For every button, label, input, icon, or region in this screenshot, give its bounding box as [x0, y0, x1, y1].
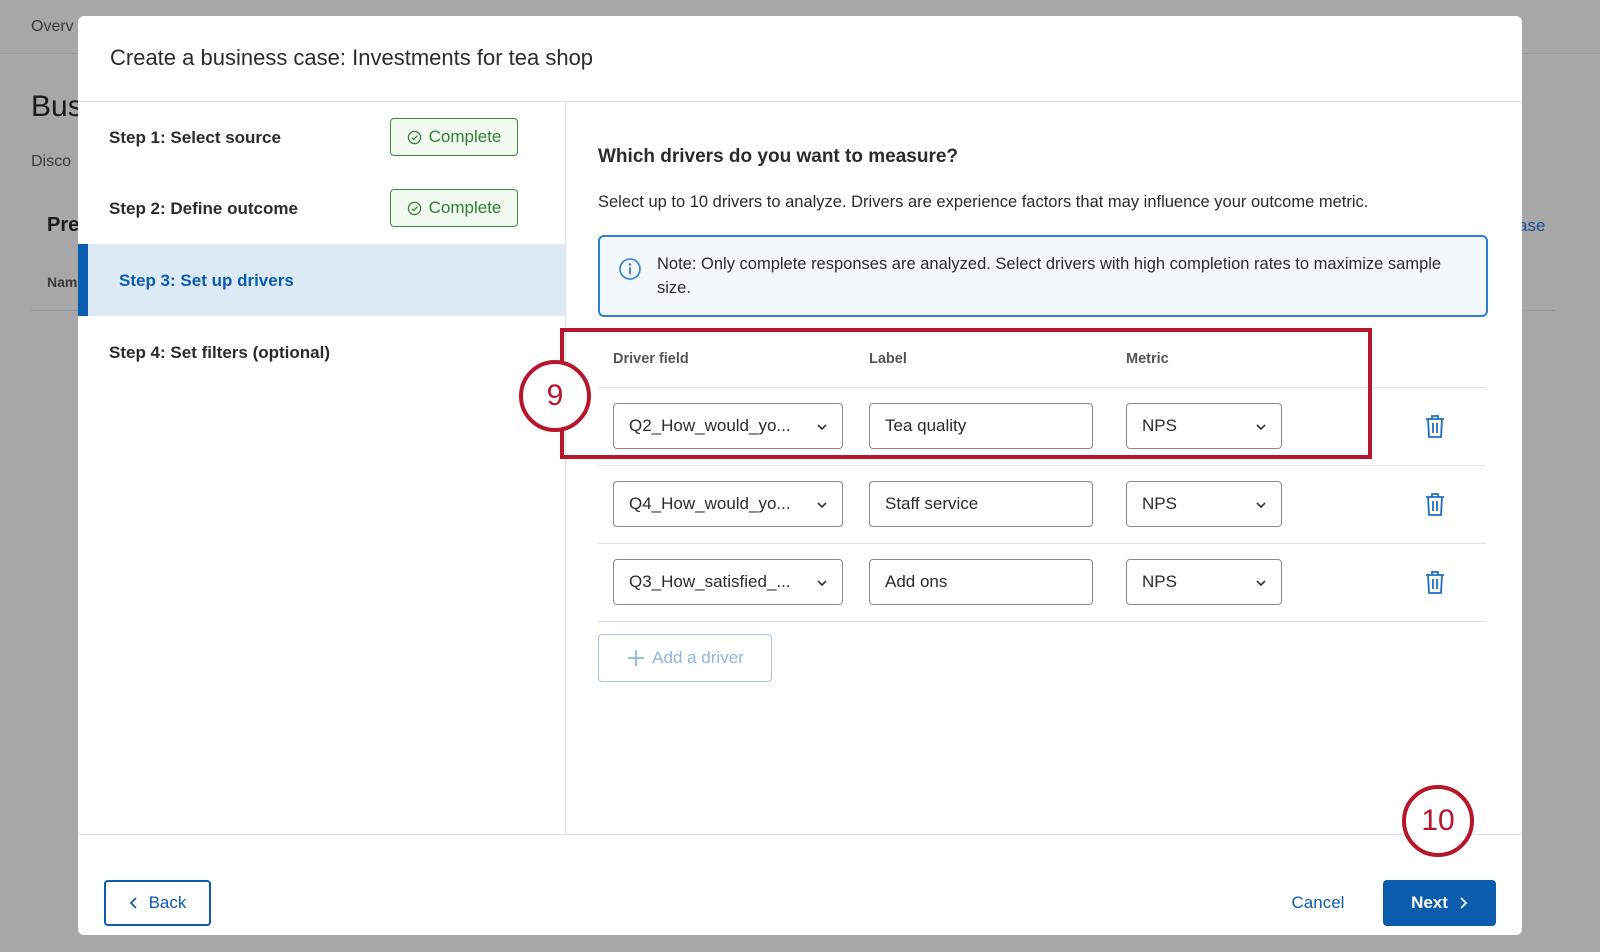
complete-badge: Complete: [390, 189, 518, 227]
row-divider: [598, 465, 1486, 466]
trash-icon[interactable]: [1423, 569, 1447, 595]
modal-footer: Back Cancel Next: [78, 834, 1522, 935]
steps-sidebar: Step 1: Select source Complete Step 2: D…: [78, 102, 566, 834]
overview-tab[interactable]: Overv: [31, 18, 74, 36]
info-icon: [619, 258, 641, 280]
question-title: Which drivers do you want to measure?: [598, 146, 959, 167]
cancel-button[interactable]: Cancel: [1268, 880, 1368, 926]
select-value: NPS: [1142, 572, 1177, 591]
metric-select[interactable]: NPS: [1126, 559, 1282, 605]
note-text: Note: Only complete responses are analyz…: [657, 255, 1442, 297]
background-subtitle: Disco: [31, 153, 72, 170]
chevron-down-icon: [1256, 502, 1266, 509]
driver-field-select[interactable]: Q4_How_would_yo...: [613, 481, 843, 527]
driver-field-select[interactable]: Q3_How_satisfied_...: [613, 559, 843, 605]
active-step-indicator: [78, 244, 88, 316]
select-value: Q3_How_satisfied_...: [629, 572, 791, 591]
step-label: Step 2: Define outcome: [109, 199, 298, 218]
modal-title: Create a business case: Investments for …: [110, 45, 594, 70]
annotation-marker-10: 10: [1402, 785, 1474, 857]
step-label: Step 3: Set up drivers: [119, 271, 294, 290]
add-driver-label: Add a driver: [652, 648, 744, 667]
annotation-highlight-box: [560, 328, 1372, 459]
step-select-source[interactable]: Step 1: Select source Complete: [78, 102, 565, 174]
background-page-title: Bus: [31, 90, 83, 123]
badge-label: Complete: [428, 198, 502, 217]
chevron-down-icon: [817, 580, 827, 587]
note-banner: Note: Only complete responses are analyz…: [598, 235, 1488, 317]
business-case-modal: Create a business case: Investments for …: [78, 16, 1522, 935]
background-section-title: Pre: [47, 214, 80, 236]
check-circle-icon: [407, 130, 421, 144]
trash-icon[interactable]: [1423, 491, 1447, 517]
label-input[interactable]: [869, 559, 1093, 605]
complete-badge: Complete: [390, 118, 518, 156]
next-label: Next: [1411, 893, 1448, 912]
chevron-right-icon: [1460, 897, 1468, 909]
chevron-down-icon: [1256, 580, 1266, 587]
step-label: Step 4: Set filters (optional): [109, 343, 331, 362]
question-description: Select up to 10 drivers to analyze. Driv…: [598, 193, 1369, 211]
plus-icon: [628, 650, 645, 666]
add-driver-button[interactable]: Add a driver: [598, 634, 772, 682]
badge-label: Complete: [428, 127, 502, 146]
next-button[interactable]: Next: [1383, 880, 1496, 926]
step-label: Step 1: Select source: [109, 128, 281, 147]
chevron-left-icon: [129, 897, 137, 909]
check-circle-icon: [407, 201, 421, 215]
row-divider: [598, 621, 1486, 622]
row-divider: [598, 543, 1486, 544]
background-link[interactable]: ase: [1518, 216, 1545, 236]
step-set-up-drivers[interactable]: Step 3: Set up drivers: [78, 244, 565, 316]
chevron-down-icon: [817, 502, 827, 509]
annotation-marker-9: 9: [519, 360, 591, 432]
select-value: NPS: [1142, 494, 1177, 513]
trash-icon[interactable]: [1423, 413, 1447, 439]
metric-select[interactable]: NPS: [1126, 481, 1282, 527]
step-set-filters[interactable]: Step 4: Set filters (optional): [78, 316, 565, 388]
label-input[interactable]: [869, 481, 1093, 527]
back-button[interactable]: Back: [104, 880, 211, 926]
drivers-panel: Which drivers do you want to measure? Se…: [566, 102, 1522, 834]
background-column-header: Nam: [47, 274, 78, 290]
select-value: Q4_How_would_yo...: [629, 494, 791, 513]
step-define-outcome[interactable]: Step 2: Define outcome Complete: [78, 172, 565, 244]
modal-header: Create a business case: Investments for …: [78, 16, 1522, 102]
back-label: Back: [148, 893, 187, 912]
